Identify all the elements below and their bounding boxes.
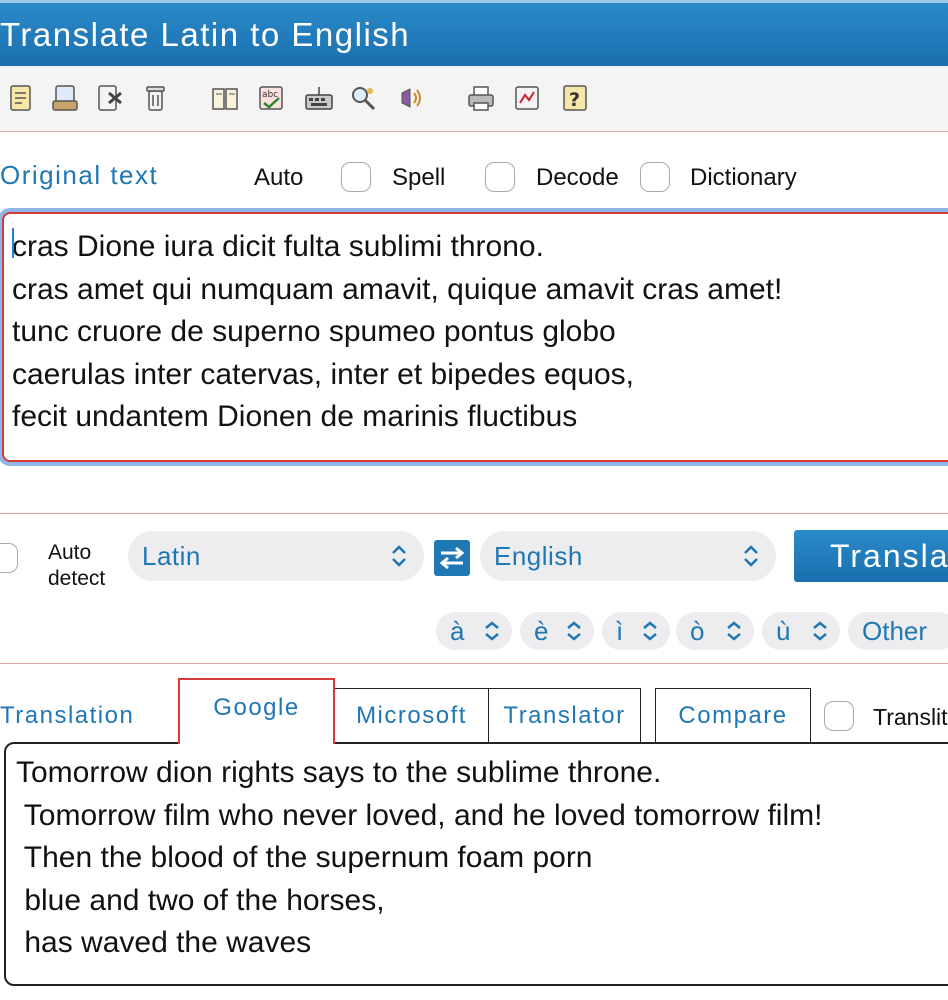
tab-translator[interactable]: Translator xyxy=(488,688,641,742)
spell-option-label: Spell xyxy=(392,164,446,191)
tab-microsoft-label: Microsoft xyxy=(356,701,467,729)
updown-chevron-icon xyxy=(392,545,406,567)
speech-icon[interactable] xyxy=(396,83,426,113)
original-options-row: Original text Auto Spell Decode Dictiona… xyxy=(0,150,948,202)
transliteration-checkbox[interactable] xyxy=(824,701,854,731)
target-language-value: English xyxy=(494,540,583,571)
auto-detect-label-line2: detect xyxy=(48,567,106,590)
accent-a-select[interactable]: à xyxy=(436,612,512,650)
transliteration-label: Transliteration xyxy=(873,704,948,730)
updown-chevron-icon xyxy=(727,621,741,641)
tab-google[interactable]: Google xyxy=(178,678,335,744)
decode-option-label: Decode xyxy=(536,164,619,191)
accent-i-select[interactable]: ì xyxy=(602,612,670,650)
dictionary-book-icon[interactable] xyxy=(210,83,240,113)
accent-o-value: ò xyxy=(690,615,705,646)
print-icon[interactable] xyxy=(466,83,496,113)
text-cursor xyxy=(12,228,14,258)
spell-check-icon[interactable]: abc xyxy=(256,83,286,113)
auto-detect-checkbox[interactable] xyxy=(0,543,18,573)
updown-chevron-icon xyxy=(744,545,758,567)
search-tools-icon[interactable] xyxy=(348,83,378,113)
translate-button-label: Translate xyxy=(830,537,948,574)
accent-e-value: è xyxy=(534,615,549,646)
export-note-icon[interactable] xyxy=(94,83,124,113)
accent-a-value: à xyxy=(450,615,465,646)
updown-chevron-icon xyxy=(643,621,657,641)
delete-note-icon[interactable] xyxy=(140,83,170,113)
tab-translator-label: Translator xyxy=(503,701,626,729)
history-icon[interactable] xyxy=(512,83,542,113)
translate-button[interactable]: Translate xyxy=(794,530,948,582)
accent-i-value: ì xyxy=(616,615,624,646)
auto-checkbox[interactable] xyxy=(341,162,371,192)
help-icon[interactable]: ? xyxy=(560,83,590,113)
keyboard-icon[interactable] xyxy=(304,83,334,113)
window-title: Translate Latin to English xyxy=(0,15,411,53)
updown-chevron-icon xyxy=(567,621,581,641)
accent-u-value: ù xyxy=(776,615,791,646)
svg-text:abc: abc xyxy=(262,90,278,100)
tab-microsoft[interactable]: Microsoft xyxy=(334,688,489,742)
decode-checkbox[interactable] xyxy=(640,162,670,192)
auto-detect-label: Auto detect xyxy=(48,540,105,592)
swap-arrows-icon xyxy=(439,546,465,570)
source-language-select[interactable]: Latin xyxy=(128,531,424,581)
auto-option-label: Auto xyxy=(254,164,304,191)
updown-chevron-icon xyxy=(813,621,827,641)
new-note-icon[interactable] xyxy=(6,83,36,113)
translation-label: Translation xyxy=(0,702,135,729)
accent-other-value: Other xyxy=(862,615,928,646)
tab-compare[interactable]: Compare xyxy=(655,688,811,742)
dictionary-option-label: Dictionary xyxy=(690,164,797,191)
translation-output: Tomorrow dion rights says to the sublime… xyxy=(4,742,948,986)
swap-languages-button[interactable] xyxy=(434,540,470,576)
accent-other-select[interactable]: Other xyxy=(848,612,948,650)
original-text-input[interactable]: cras Dione iura dicit fulta sublimi thro… xyxy=(2,212,948,462)
accent-u-select[interactable]: ù xyxy=(762,612,840,650)
svg-text:?: ? xyxy=(569,89,580,111)
section-divider xyxy=(0,513,948,514)
section-divider xyxy=(0,663,948,664)
target-language-select[interactable]: English xyxy=(480,531,776,581)
window-title-bar: Translate Latin to English xyxy=(0,0,948,66)
spell-checkbox[interactable] xyxy=(485,162,515,192)
open-note-icon[interactable] xyxy=(50,83,80,113)
accent-o-select[interactable]: ò xyxy=(676,612,754,650)
source-language-value: Latin xyxy=(142,540,201,571)
original-text-label: Original text xyxy=(0,160,159,190)
accent-e-select[interactable]: è xyxy=(520,612,594,650)
auto-detect-label-line1: Auto xyxy=(48,541,92,564)
updown-chevron-icon xyxy=(485,621,499,641)
toolbar: abc ? xyxy=(0,66,948,132)
tab-compare-label: Compare xyxy=(678,701,788,729)
tab-google-label: Google xyxy=(213,694,300,721)
